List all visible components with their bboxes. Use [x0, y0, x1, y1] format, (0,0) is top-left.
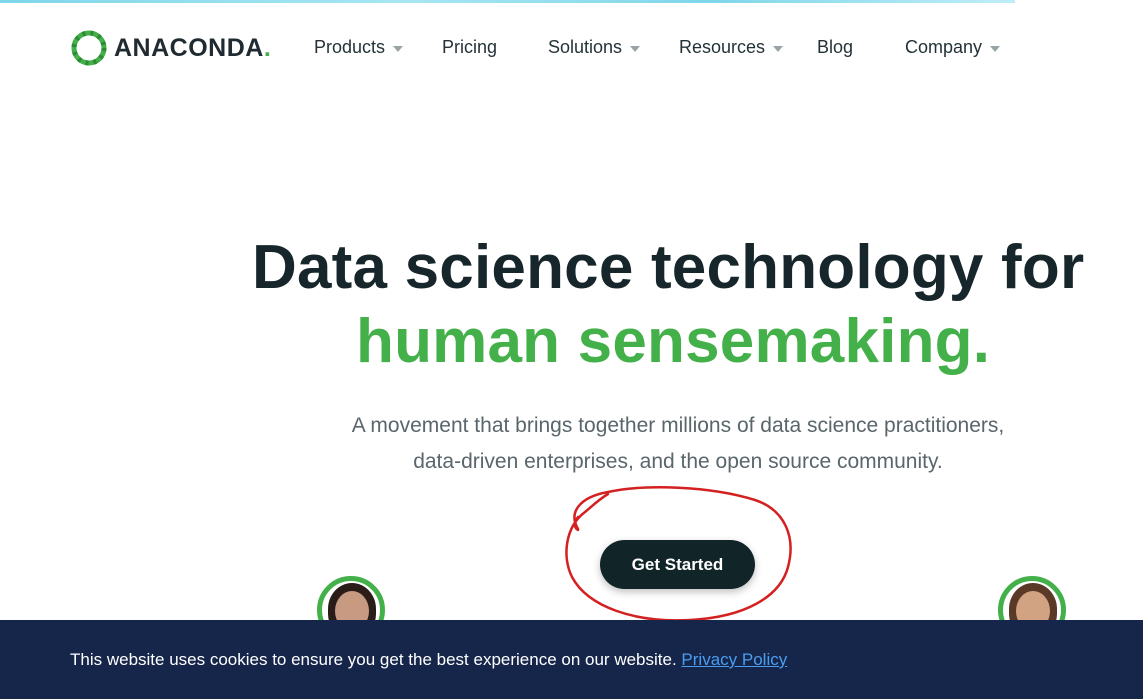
privacy-policy-link[interactable]: Privacy Policy	[681, 650, 787, 669]
cookie-message: This website uses cookies to ensure you …	[70, 650, 677, 669]
nav-company-label: Company	[905, 36, 983, 57]
nav-pricing-label: Pricing	[442, 36, 498, 57]
chevron-down-icon	[630, 45, 641, 52]
cookie-message-container: This website uses cookies to ensure you …	[70, 650, 787, 670]
nav-resources[interactable]: Resources	[679, 36, 784, 58]
nav-solutions[interactable]: Solutions	[548, 36, 641, 58]
nav-company[interactable]: Company	[905, 36, 1001, 58]
site-header: ANACONDA. Products Pricing Solutions Res…	[0, 0, 1143, 90]
hero-subtitle-line1: A movement that brings together millions…	[351, 414, 1005, 437]
nav-resources-label: Resources	[679, 36, 766, 57]
logo-wordmark: ANACONDA	[114, 33, 264, 62]
hero-subtitle: A movement that brings together millions…	[300, 408, 1056, 480]
hero-headline-line2: human sensemaking.	[356, 307, 991, 376]
anaconda-logo[interactable]: ANACONDA.	[70, 29, 271, 67]
get-started-button[interactable]: Get Started	[600, 540, 755, 589]
anaconda-ring-icon	[71, 30, 107, 66]
nav-products-label: Products	[314, 36, 386, 57]
logo-dot: .	[263, 33, 271, 62]
chevron-down-icon	[393, 45, 404, 52]
chevron-down-icon	[773, 45, 784, 52]
hero-headline-line1: Data science technology for	[252, 233, 1085, 302]
cookie-banner: This website uses cookies to ensure you …	[0, 620, 1143, 699]
nav-blog[interactable]: Blog	[817, 36, 853, 58]
hero-subtitle-line2: data-driven enterprises, and the open so…	[413, 450, 943, 473]
chevron-down-icon	[990, 45, 1001, 52]
nav-blog-label: Blog	[817, 36, 854, 57]
page: ANACONDA. Products Pricing Solutions Res…	[0, 0, 1143, 699]
nav-pricing[interactable]: Pricing	[442, 36, 497, 58]
nav-products[interactable]: Products	[314, 36, 404, 58]
nav-solutions-label: Solutions	[548, 36, 623, 57]
